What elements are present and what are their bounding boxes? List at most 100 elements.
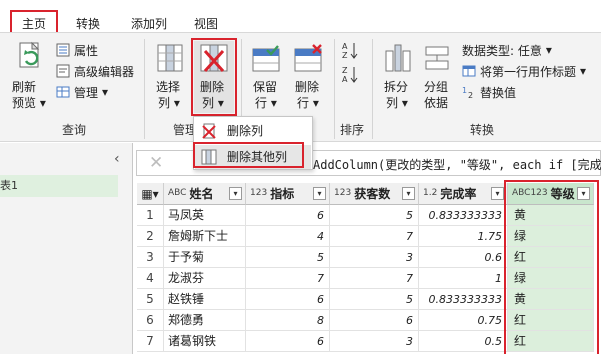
cell-count[interactable]: 7 — [330, 268, 419, 289]
cell-grade[interactable]: 红 — [508, 310, 594, 331]
column-header-name[interactable]: ABC 姓名 ▾ — [164, 183, 246, 205]
cell-rate[interactable]: 0.833333333 — [419, 205, 508, 226]
cell-grade[interactable]: 黄 — [508, 289, 594, 310]
filter-dropdown-icon[interactable]: ▾ — [402, 187, 415, 200]
choose-columns-button[interactable]: 选择 列 ▾ — [152, 41, 188, 111]
cell-rate[interactable]: 0.75 — [419, 310, 508, 331]
table-row[interactable]: 2 詹姆斯下士 4 7 1.75 绿 — [137, 226, 594, 247]
cell-name[interactable]: 郑德勇 — [164, 310, 246, 331]
cell-target[interactable]: 8 — [246, 310, 330, 331]
cell-grade[interactable]: 绿 — [508, 268, 594, 289]
row-number[interactable]: 1 — [137, 205, 164, 226]
remove-columns-icon — [200, 44, 228, 73]
cell-rate[interactable]: 1.75 — [419, 226, 508, 247]
sort-group-label: 排序 — [340, 123, 365, 137]
cell-name[interactable]: 龙淑芬 — [164, 268, 246, 289]
cancel-icon[interactable]: ✕ — [149, 153, 163, 173]
cell-count[interactable]: 7 — [330, 226, 419, 247]
table-row[interactable]: 7 诸葛钢铁 6 3 0.5 红 — [137, 331, 594, 352]
formula-text: AddColumn(更改的类型, "等级", each if [完成率] — [313, 158, 601, 172]
query-item[interactable]: 表1 — [0, 175, 118, 197]
collapse-pane-icon[interactable]: ‹ — [114, 151, 120, 167]
cell-count[interactable]: 6 — [330, 310, 419, 331]
cell-rate[interactable]: 0.5 — [419, 331, 508, 352]
refresh-icon — [19, 41, 40, 68]
cell-rate[interactable]: 1 — [419, 268, 508, 289]
remove-rows-button[interactable]: 删除 行 ▾ — [289, 41, 327, 111]
cell-count[interactable]: 3 — [330, 247, 419, 268]
manage-button[interactable]: 管理 ▾ — [56, 83, 108, 101]
cell-target[interactable]: 6 — [246, 331, 330, 352]
cell-grade[interactable]: 红 — [508, 331, 594, 352]
remove-columns-button[interactable]: 删除 列 ▾ — [194, 41, 234, 113]
cell-count[interactable]: 5 — [330, 289, 419, 310]
svg-text:A: A — [342, 75, 348, 83]
choose-columns-icon — [157, 44, 183, 72]
filter-dropdown-icon[interactable]: ▾ — [313, 187, 326, 200]
column-header-count[interactable]: 123 获客数 ▾ — [330, 183, 419, 205]
group-by-icon — [425, 46, 449, 70]
data-type-dropdown[interactable]: 数据类型: 任意 ▾ — [462, 41, 552, 59]
cell-grade[interactable]: 黄 — [508, 205, 594, 226]
row-number[interactable]: 4 — [137, 268, 164, 289]
cell-grade[interactable]: 红 — [508, 247, 594, 268]
sort-descending-button[interactable]: ZA — [342, 65, 360, 85]
table-menu-icon[interactable]: ▦▾ — [137, 183, 164, 205]
sort-descending-icon: ZA — [342, 66, 358, 84]
row-number[interactable]: 6 — [137, 310, 164, 331]
replace-values-button[interactable]: 12 替换值 — [462, 83, 516, 101]
split-column-button[interactable]: 拆分 列 ▾ — [380, 41, 416, 111]
cell-target[interactable]: 5 — [246, 247, 330, 268]
cell-target[interactable]: 6 — [246, 205, 330, 226]
cell-target[interactable]: 6 — [246, 289, 330, 310]
ribbon-tab-bar: 主页 转换 添加列 视图 — [0, 6, 601, 38]
cell-name[interactable]: 诸葛钢铁 — [164, 331, 246, 352]
column-header-grade[interactable]: ABC123 等级 ▾ — [508, 183, 594, 205]
sort-ascending-button[interactable]: AZ — [342, 41, 360, 61]
table-row[interactable]: 1 马凤英 6 5 0.833333333 黄 — [137, 205, 594, 226]
svg-text:A: A — [342, 42, 348, 51]
group-by-button[interactable]: 分组 依据 — [420, 41, 456, 111]
refresh-preview-button[interactable]: 刷新 预览 ▾ — [8, 41, 52, 111]
row-number[interactable]: 3 — [137, 247, 164, 268]
filter-dropdown-icon[interactable]: ▾ — [577, 187, 590, 200]
cell-target[interactable]: 4 — [246, 226, 330, 247]
remove-rows-icon — [294, 44, 322, 72]
cell-target[interactable]: 7 — [246, 268, 330, 289]
keep-rows-button[interactable]: 保留 行 ▾ — [247, 41, 285, 111]
cell-name[interactable]: 詹姆斯下士 — [164, 226, 246, 247]
cell-count[interactable]: 3 — [330, 331, 419, 352]
first-row-header-button[interactable]: 将第一行用作标题 ▾ — [462, 62, 586, 80]
cell-name[interactable]: 于予菊 — [164, 247, 246, 268]
svg-text:2: 2 — [468, 91, 473, 99]
sort-ascending-icon: AZ — [342, 42, 358, 60]
table-row[interactable]: 6 郑德勇 8 6 0.75 红 — [137, 310, 594, 331]
manage-icon — [56, 86, 70, 98]
keep-rows-icon — [252, 45, 280, 72]
transform-group-label: 转换 — [470, 123, 495, 137]
remove-columns-menu: 删除列 删除其他列 — [193, 116, 313, 170]
filter-dropdown-icon[interactable]: ▾ — [229, 187, 242, 200]
row-number[interactable]: 5 — [137, 289, 164, 310]
advanced-editor-button[interactable]: 高级编辑器 — [56, 62, 134, 80]
cell-name[interactable]: 马凤英 — [164, 205, 246, 226]
filter-dropdown-icon[interactable]: ▾ — [491, 187, 504, 200]
data-grid: ▦▾ ABC 姓名 ▾ 123 指标 ▾ 123 获客数 ▾ 1.2 完成率 ▾… — [137, 180, 601, 354]
cell-count[interactable]: 5 — [330, 205, 419, 226]
table-row[interactable]: 5 赵铁锤 6 5 0.833333333 黄 — [137, 289, 594, 310]
ribbon-separator — [144, 39, 145, 139]
cell-rate[interactable]: 0.833333333 — [419, 289, 508, 310]
cell-name[interactable]: 赵铁锤 — [164, 289, 246, 310]
properties-button[interactable]: 属性 — [56, 41, 98, 59]
row-number[interactable]: 7 — [137, 331, 164, 352]
menu-item-remove-columns[interactable]: 删除列 — [195, 119, 311, 143]
cell-grade[interactable]: 绿 — [508, 226, 594, 247]
cell-rate[interactable]: 0.6 — [419, 247, 508, 268]
row-number[interactable]: 2 — [137, 226, 164, 247]
table-row[interactable]: 3 于予菊 5 3 0.6 红 — [137, 247, 594, 268]
column-header-rate[interactable]: 1.2 完成率 ▾ — [419, 183, 508, 205]
menu-item-remove-other-columns[interactable]: 删除其他列 — [195, 145, 311, 169]
table-row[interactable]: 4 龙淑芬 7 7 1 绿 — [137, 268, 594, 289]
ribbon-separator — [334, 39, 335, 139]
column-header-target[interactable]: 123 指标 ▾ — [246, 183, 330, 205]
